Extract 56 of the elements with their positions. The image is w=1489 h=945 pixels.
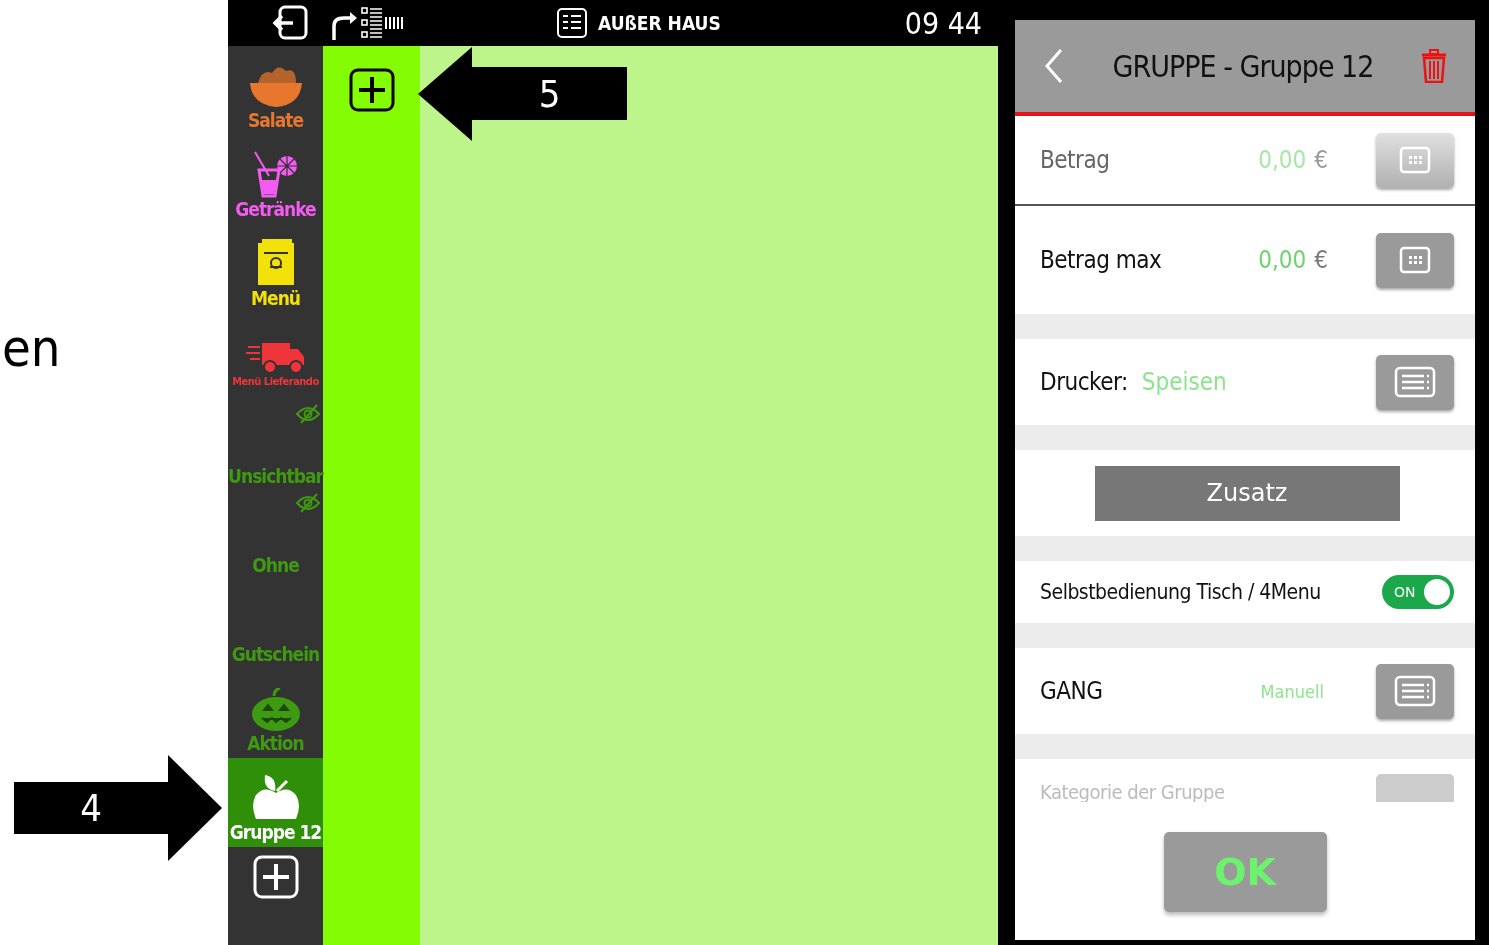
trash-icon[interactable]	[1421, 49, 1447, 83]
category-item[interactable]: Gruppe 12	[228, 758, 323, 847]
delivery-truck-icon	[245, 341, 306, 375]
checklist-icon	[556, 7, 588, 39]
mode-label: AUßER HAUS	[598, 12, 721, 34]
ok-button[interactable]: OK	[1163, 832, 1327, 912]
field-label: Selbstbedienung Tisch / 4Menu	[1040, 580, 1321, 604]
category-label: Salate	[248, 109, 303, 131]
category-item[interactable]: Menü Lieferando	[228, 313, 323, 402]
category-label: Aktion	[247, 732, 304, 754]
printer-value: Speisen	[1141, 368, 1227, 396]
apple-icon	[250, 773, 301, 821]
list-icon	[1394, 675, 1436, 707]
field-label: Betrag	[1040, 146, 1110, 174]
calculator-icon	[1399, 246, 1431, 274]
currency-sign: €	[1314, 146, 1328, 174]
logout-icon[interactable]	[272, 4, 310, 42]
category-label: Ohne	[252, 554, 299, 576]
category-label: Menü	[251, 287, 300, 309]
list-button[interactable]	[1376, 354, 1454, 410]
dialog-title: GRUPPE - Gruppe 12	[1111, 48, 1375, 84]
plus-icon	[252, 855, 299, 899]
menu-card-icon	[255, 239, 296, 287]
pumpkin-icon	[249, 688, 302, 732]
field-label: Drucker:	[1040, 368, 1128, 396]
course-value: Manuell	[1260, 680, 1324, 702]
category-item[interactable]: Getränke	[228, 135, 323, 224]
category-item[interactable]: Gutschein	[228, 580, 323, 669]
toggle-switch[interactable]: ON	[1382, 575, 1454, 609]
category-item[interactable]: Ohne	[228, 491, 323, 580]
category-label: Getränke	[235, 198, 316, 220]
currency-sign: €	[1314, 246, 1328, 274]
category-item[interactable]: Aktion	[228, 669, 323, 758]
calculator-button[interactable]	[1376, 232, 1454, 288]
slide-text: en	[2, 318, 61, 378]
back-icon[interactable]	[1043, 47, 1065, 85]
category-item[interactable]: Menü	[228, 224, 323, 313]
extra-button[interactable]: Zusatz	[1094, 465, 1400, 521]
field-label: Betrag max	[1040, 246, 1162, 274]
list-button[interactable]	[1376, 663, 1454, 719]
clock-time: 09 44	[904, 5, 982, 41]
amount-value: 0,00	[1258, 146, 1307, 174]
category-label: Gutschein	[231, 643, 320, 665]
amount-value: 0,00	[1258, 246, 1307, 274]
category-item[interactable]: Unsichtbar	[228, 402, 323, 491]
add-category-button[interactable]	[252, 855, 299, 899]
category-label: Gruppe 12	[229, 821, 322, 843]
category-label: Menü Lieferando	[232, 375, 319, 388]
list-icon[interactable]	[330, 4, 406, 42]
field-label: GANG	[1040, 677, 1103, 705]
list-icon	[1394, 366, 1436, 398]
plus-icon	[348, 68, 395, 112]
category-label: Unsichtbar	[228, 465, 323, 487]
category-item[interactable]: Salate	[228, 46, 323, 135]
calculator-icon	[1399, 146, 1431, 174]
add-product-button[interactable]	[348, 68, 395, 112]
